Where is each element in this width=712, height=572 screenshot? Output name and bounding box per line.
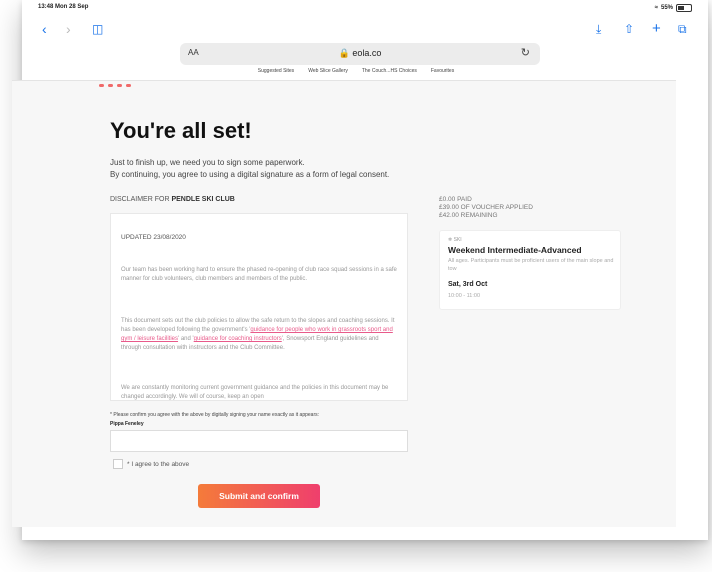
signature-instruction: * Please confirm you agree with the abov… bbox=[110, 412, 320, 418]
bookmarks-icon[interactable]: ◫ bbox=[92, 22, 103, 36]
favourite-link[interactable]: Favourites bbox=[431, 68, 454, 80]
status-bar: 13:48 Mon 28 Sep ≈ 55% bbox=[22, 0, 708, 14]
disclaimer-prefix: DISCLAIMER FOR bbox=[110, 196, 170, 203]
booking-card: ❄ SKI Weekend Intermediate-Advanced All … bbox=[439, 230, 621, 310]
favourite-link[interactable]: The Couch...HS Choices bbox=[362, 68, 417, 80]
remaining-amount: £42.00 REMAINING bbox=[439, 212, 498, 219]
signature-input[interactable] bbox=[110, 430, 408, 452]
favourite-link[interactable]: Web Slice Gallery bbox=[308, 68, 348, 80]
address-bar[interactable]: AA 🔒 eola.co ↻ bbox=[180, 43, 540, 65]
voucher-amount: £39.00 OF VOUCHER APPLIED bbox=[439, 204, 533, 211]
status-time: 13:48 Mon 28 Sep bbox=[38, 4, 89, 10]
url-value: eola.co bbox=[352, 48, 382, 58]
club-name: PENDLE SKI CLUB bbox=[171, 196, 235, 203]
course-title: Weekend Intermediate-Advanced bbox=[448, 245, 582, 255]
download-icon[interactable]: ⤓ bbox=[596, 22, 601, 36]
intro-line-1: Just to finish up, we need you to sign s… bbox=[110, 158, 305, 167]
paid-amount: £0.00 PAID bbox=[439, 196, 472, 203]
share-icon[interactable]: ⇧ bbox=[624, 22, 634, 36]
agree-row[interactable]: * I agree to the above bbox=[113, 459, 189, 469]
favourite-link[interactable]: Suggested Sites bbox=[258, 68, 294, 80]
intro-line-2: By continuing, you agree to using a digi… bbox=[110, 170, 390, 179]
url-text: 🔒 eola.co bbox=[338, 48, 382, 58]
battery-percent: 55% bbox=[660, 5, 673, 11]
disclaimer-paragraph: This document sets out the club policies… bbox=[121, 317, 397, 353]
disclaimer-paragraph: We are constantly monitoring current gov… bbox=[121, 385, 389, 400]
updated-date: UPDATED 23/08/2020 bbox=[121, 234, 186, 241]
disclaimer-paragraph: Our team has been working hard to ensure… bbox=[121, 267, 397, 282]
submit-button[interactable]: Submit and confirm bbox=[198, 484, 320, 508]
favourites-bar: Suggested Sites Web Slice Gallery The Co… bbox=[0, 68, 712, 80]
new-tab-icon[interactable]: + bbox=[652, 21, 661, 36]
agree-label: * I agree to the above bbox=[127, 460, 190, 468]
battery-icon bbox=[676, 4, 692, 12]
site-logo[interactable] bbox=[99, 84, 131, 87]
coaching-guidance-link[interactable]: guidance for coaching instructors bbox=[194, 336, 282, 342]
signer-name: Pippa Feneley bbox=[110, 421, 144, 427]
reload-icon[interactable]: ↻ bbox=[521, 46, 530, 59]
activity-tag-text: SKI bbox=[453, 237, 462, 243]
agree-checkbox[interactable] bbox=[113, 459, 123, 469]
tabs-icon[interactable]: ⧉ bbox=[678, 22, 687, 36]
para-text: ' and ' bbox=[178, 336, 194, 342]
disclaimer-heading: DISCLAIMER FOR PENDLE SKI CLUB bbox=[110, 196, 235, 203]
session-time: 10:00 - 11:00 bbox=[448, 293, 481, 299]
forward-icon[interactable]: › bbox=[66, 22, 71, 36]
wifi-icon: ≈ bbox=[654, 5, 658, 11]
session-date: Sat, 3rd Oct bbox=[448, 281, 488, 288]
course-description: All ages. Participants must be proficien… bbox=[448, 258, 614, 272]
page-title: You're all set! bbox=[110, 118, 252, 143]
disclaimer-scroll-box[interactable]: UPDATED 23/08/2020 Our team has been wor… bbox=[110, 213, 408, 401]
payment-summary: £0.00 PAID £39.00 OF VOUCHER APPLIED £42… bbox=[439, 196, 533, 220]
back-icon[interactable]: ‹ bbox=[42, 22, 47, 36]
activity-tag: ❄ SKI bbox=[448, 237, 462, 243]
intro-text: Just to finish up, we need you to sign s… bbox=[110, 157, 389, 181]
battery-indicator: ≈ 55% bbox=[655, 4, 692, 12]
